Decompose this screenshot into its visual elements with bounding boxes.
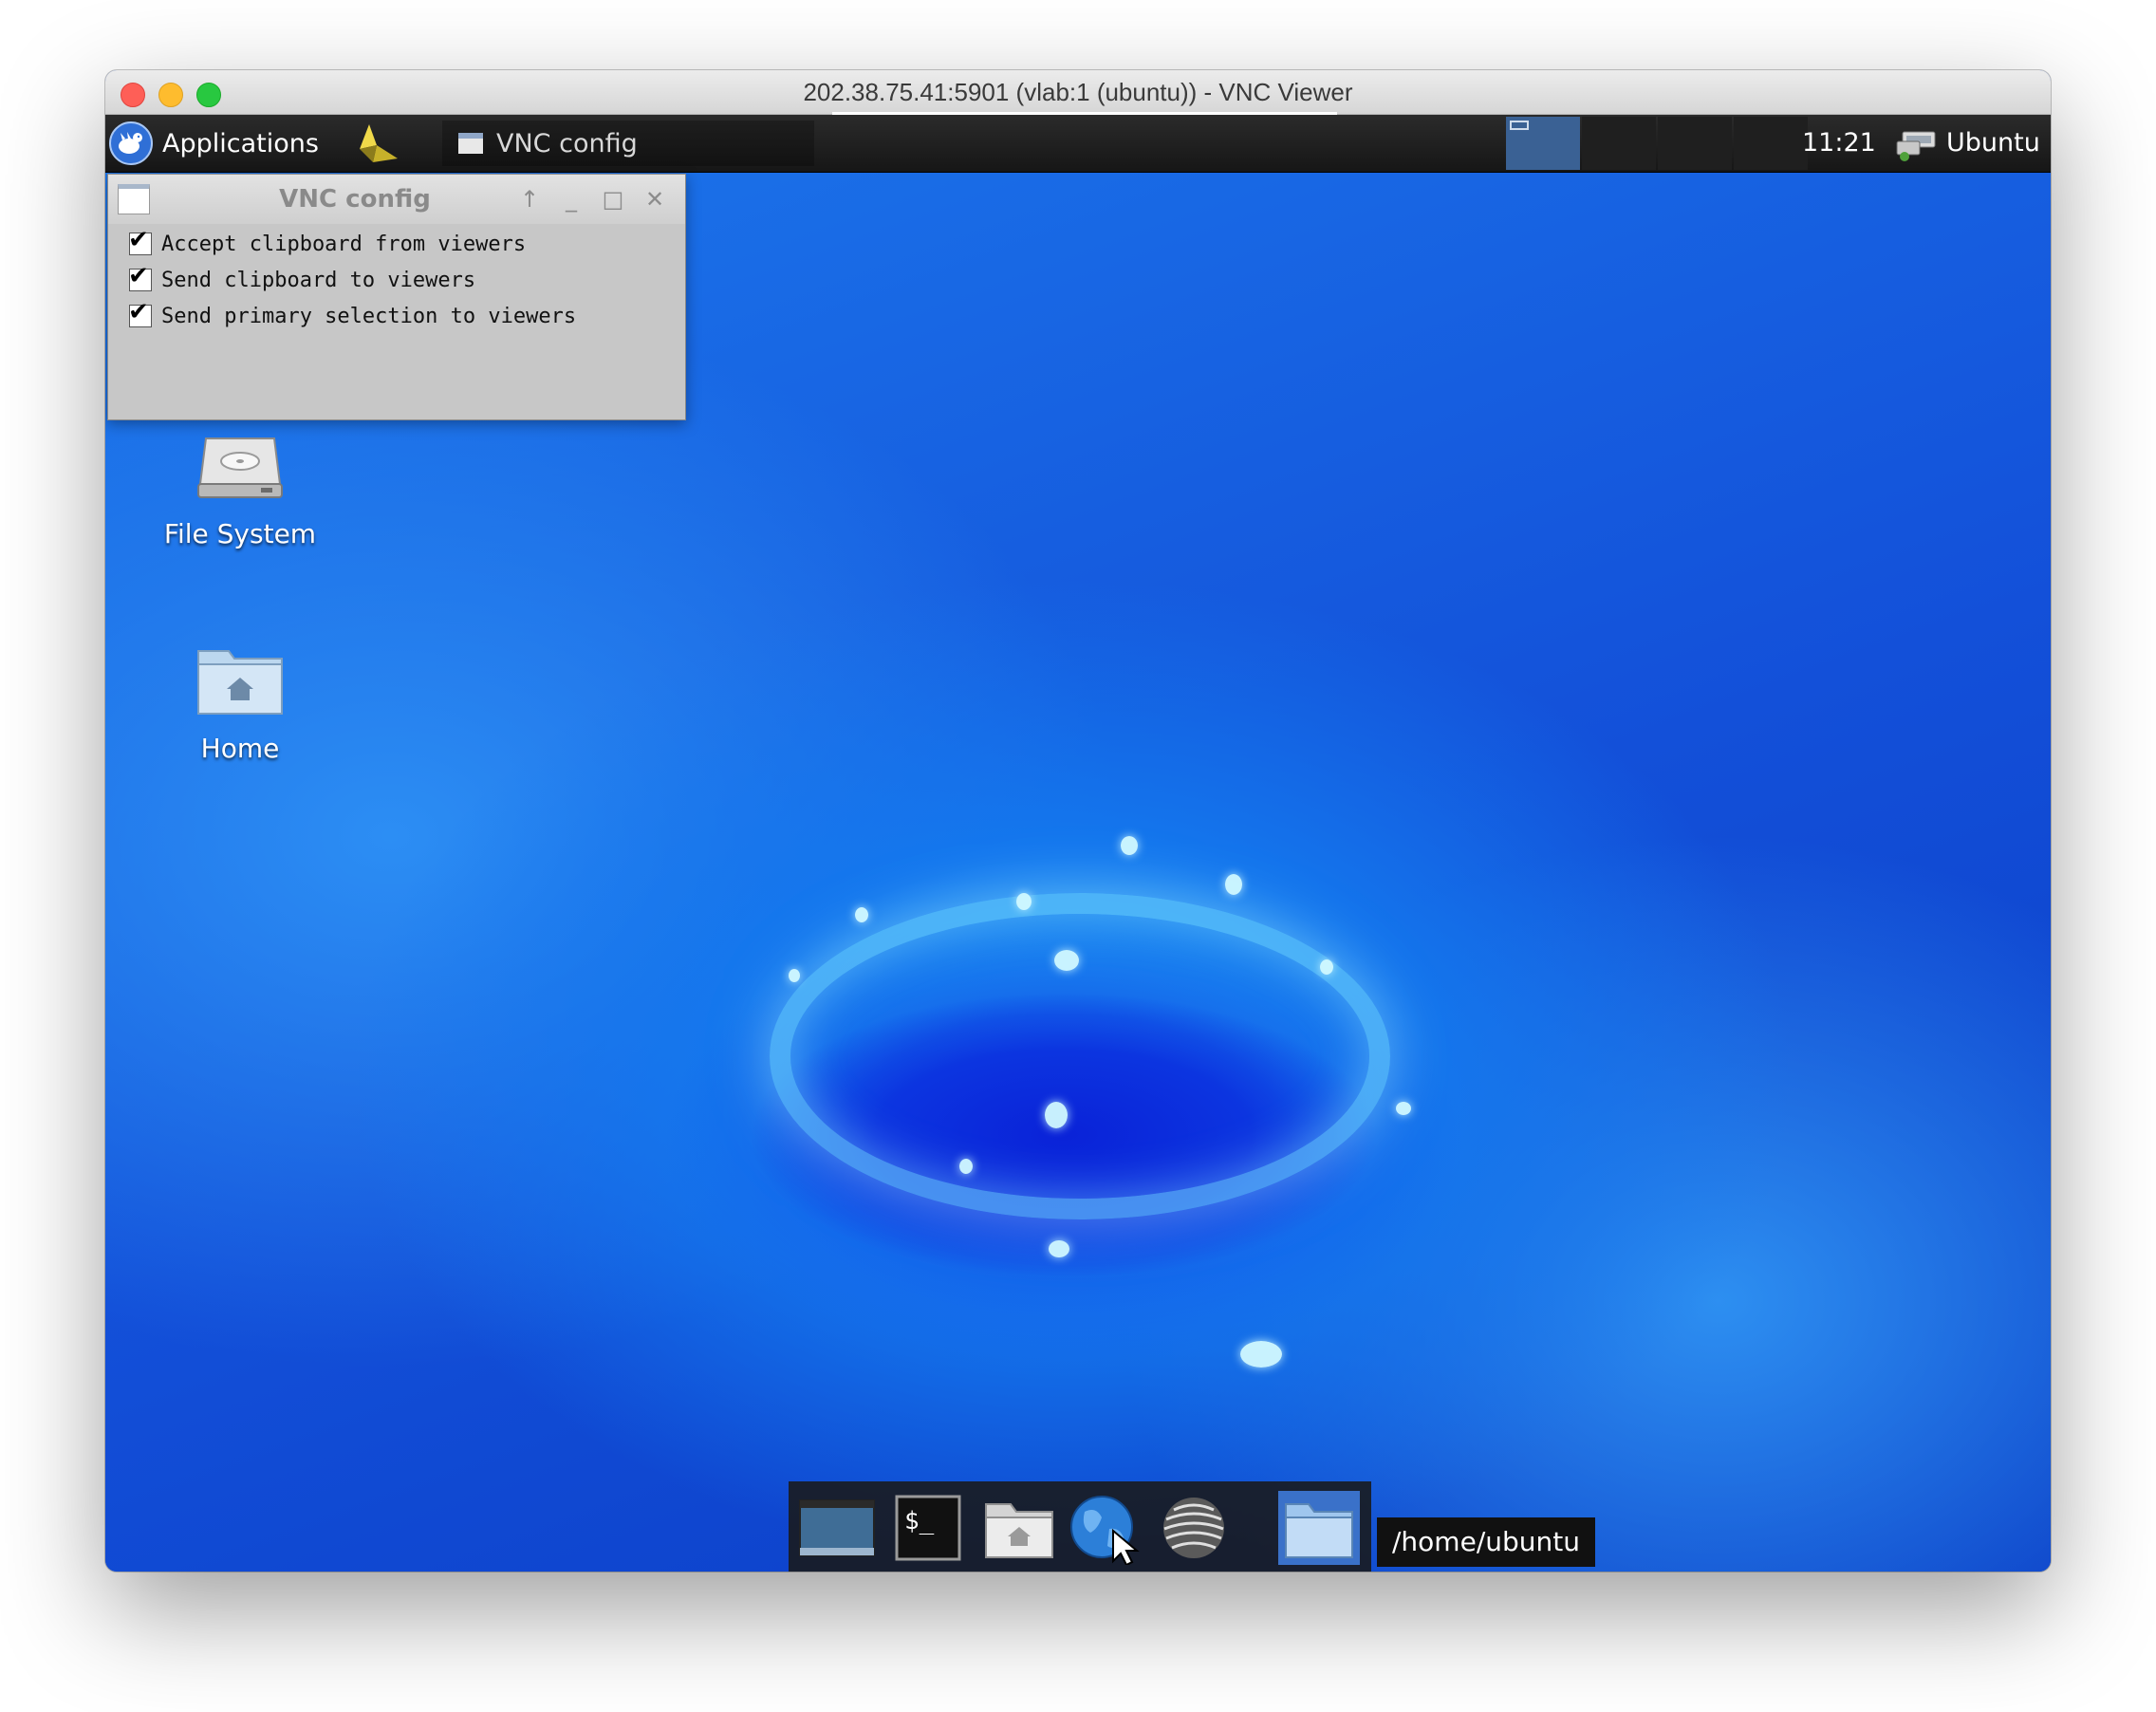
always-on-top-icon[interactable]: ↑ xyxy=(516,186,543,213)
home-folder-icon xyxy=(197,650,283,715)
bottom-dock: $_ xyxy=(789,1481,1371,1572)
check-mark-icon: ✔ xyxy=(128,298,149,326)
droplet xyxy=(1396,1102,1411,1115)
mac-titlebar[interactable]: 202.38.75.41:5901 (vlab:1 (ubuntu)) - VN… xyxy=(105,70,2051,115)
droplet xyxy=(1240,1341,1282,1368)
dock-tooltip: /home/ubuntu xyxy=(1377,1517,1595,1567)
desktop-icon-file-system[interactable]: File System xyxy=(145,433,335,549)
droplet xyxy=(1054,950,1079,971)
accept-clipboard-label: Accept clipboard from viewers xyxy=(161,232,527,256)
folder-icon[interactable] xyxy=(1278,1491,1360,1565)
show-desktop-icon[interactable] xyxy=(796,1491,878,1565)
option-send-primary[interactable]: ✔ Send primary selection to viewers xyxy=(128,298,577,330)
network-icon[interactable] xyxy=(1895,126,1939,162)
window-icon xyxy=(458,133,483,154)
check-mark-icon: ✔ xyxy=(128,226,149,254)
send-clipboard-checkbox[interactable]: ✔ xyxy=(128,262,152,291)
vnc-viewer-window: 202.38.75.41:5901 (vlab:1 (ubuntu)) - VN… xyxy=(105,70,2051,1572)
window-menu-icon[interactable] xyxy=(118,184,150,214)
xfce-mouse-icon xyxy=(109,121,153,165)
home-label: Home xyxy=(200,733,280,764)
droplet xyxy=(1121,836,1138,855)
workspace-1[interactable] xyxy=(1506,117,1580,170)
workspace-3[interactable] xyxy=(1658,117,1732,170)
top-panel: Applications VNC config 11:21 Ubuntu xyxy=(105,115,2051,173)
taskbar-vnc-config[interactable]: VNC config xyxy=(442,121,814,166)
workspace-4[interactable] xyxy=(1734,117,1808,170)
taskbar-vnc-config-label: VNC config xyxy=(496,128,638,158)
water-splash-ring xyxy=(770,893,1390,1219)
panel-clock[interactable]: 11:21 xyxy=(1802,115,1876,172)
window-title: 202.38.75.41:5901 (vlab:1 (ubuntu)) - VN… xyxy=(803,78,1353,106)
send-primary-checkbox[interactable]: ✔ xyxy=(128,298,152,327)
accept-clipboard-checkbox[interactable]: ✔ xyxy=(128,226,152,255)
send-primary-label: Send primary selection to viewers xyxy=(161,304,577,328)
option-send-clipboard[interactable]: ✔ Send clipboard to viewers xyxy=(128,262,476,294)
dialog-body: ✔ Accept clipboard from viewers ✔ Send c… xyxy=(108,224,685,419)
droplet xyxy=(1225,874,1242,895)
option-accept-clipboard[interactable]: ✔ Accept clipboard from viewers xyxy=(128,226,527,258)
desktop-icon-home[interactable]: Home xyxy=(145,642,335,764)
launcher-triangle-icon[interactable] xyxy=(352,121,401,166)
droplet xyxy=(1049,1240,1069,1257)
user-menu[interactable]: Ubuntu xyxy=(1946,115,2040,172)
applications-menu[interactable]: Applications xyxy=(109,119,319,168)
workspace-2[interactable] xyxy=(1582,117,1656,170)
check-mark-icon: ✔ xyxy=(128,262,149,290)
applications-label: Applications xyxy=(162,128,319,158)
send-clipboard-label: Send clipboard to viewers xyxy=(161,268,476,292)
minimize-icon[interactable]: _ xyxy=(558,186,585,213)
app-finder-icon[interactable] xyxy=(1153,1491,1235,1565)
home-folder-icon[interactable] xyxy=(978,1491,1060,1565)
maximize-icon[interactable]: □ xyxy=(600,186,626,213)
terminal-icon[interactable]: $_ xyxy=(887,1491,969,1565)
droplet xyxy=(789,969,800,982)
dialog-titlebar[interactable]: VNC config ↑ _ □ ✕ xyxy=(108,175,685,224)
droplet xyxy=(959,1159,973,1174)
file-system-label: File System xyxy=(163,518,317,549)
workspace-window-preview xyxy=(1510,121,1529,130)
close-icon[interactable]: ✕ xyxy=(641,186,668,213)
droplet xyxy=(855,907,868,922)
web-browser-icon[interactable] xyxy=(1064,1491,1145,1567)
droplet xyxy=(1016,893,1032,910)
droplet xyxy=(1045,1102,1068,1128)
dialog-title: VNC config xyxy=(279,185,431,214)
vnc-config-dialog: VNC config ↑ _ □ ✕ ✔ Accept clipboard fr… xyxy=(107,174,686,420)
remote-desktop[interactable]: Applications VNC config 11:21 Ubuntu VNC… xyxy=(105,115,2051,1572)
terminal-prompt: $_ xyxy=(904,1507,935,1535)
droplet xyxy=(1320,959,1333,975)
hard-drive-icon xyxy=(197,437,283,498)
